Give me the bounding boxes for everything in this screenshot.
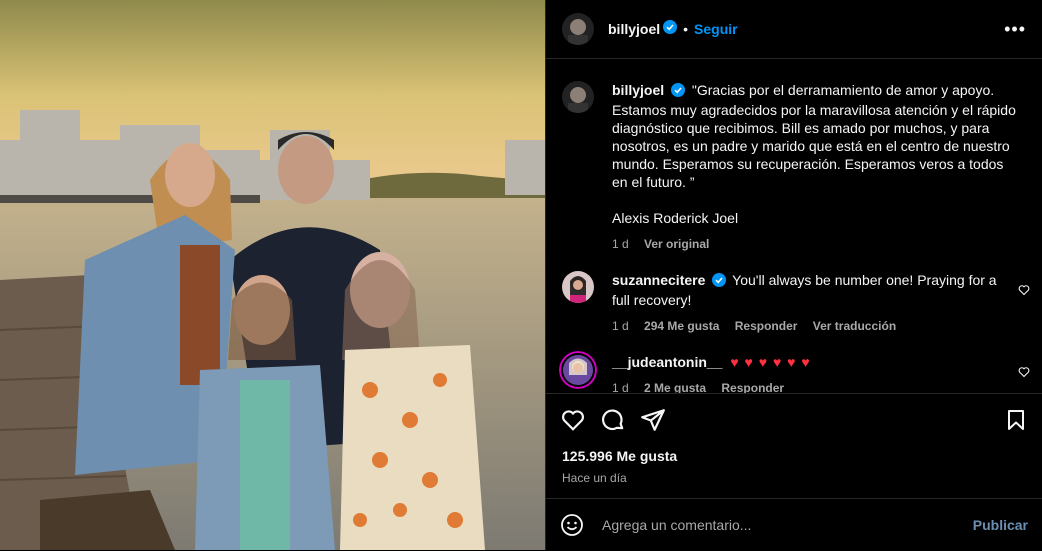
caption-avatar[interactable]	[562, 81, 594, 113]
comments-list[interactable]: billyjoel "Gracias por el derramamiento …	[546, 59, 1042, 393]
caption: billyjoel "Gracias por el derramamiento …	[546, 81, 1042, 253]
verified-icon	[712, 273, 727, 291]
verified-icon	[663, 19, 678, 39]
post-photo[interactable]	[0, 0, 545, 550]
comment-input[interactable]	[600, 516, 973, 534]
caption-time[interactable]: 1 d	[612, 237, 629, 251]
emoji-icon[interactable]	[560, 513, 584, 537]
comment-likes[interactable]: 294 Me gusta	[644, 319, 719, 333]
author-username[interactable]: billyjoel	[608, 21, 660, 37]
verified-icon	[671, 83, 686, 101]
likes-count[interactable]: 125.996 Me gusta	[562, 448, 677, 464]
heart-icon[interactable]	[560, 407, 586, 433]
comment-username[interactable]: suzannecitere	[612, 272, 705, 288]
caption-signature: Alexis Roderick Joel	[612, 210, 739, 226]
post-header: billyjoel • Seguir •••	[546, 0, 1042, 59]
commenter-avatar[interactable]	[559, 351, 597, 389]
see-original-button[interactable]: Ver original	[644, 237, 709, 251]
comment-icon[interactable]	[600, 407, 626, 433]
comment-like-icon[interactable]	[1018, 365, 1030, 383]
instagram-post-modal: billyjoel • Seguir ••• billyjoel "Gracia…	[0, 0, 1042, 550]
caption-username[interactable]: billyjoel	[612, 82, 664, 98]
comment-time[interactable]: 1 d	[612, 381, 629, 393]
comment-like-icon[interactable]	[1018, 283, 1030, 301]
action-bar	[546, 393, 1042, 446]
post-time[interactable]: Hace un día	[562, 471, 627, 485]
translate-button[interactable]: Ver traducción	[813, 319, 896, 333]
publish-button[interactable]: Publicar	[973, 517, 1028, 533]
reply-button[interactable]: Responder	[735, 319, 798, 333]
share-icon[interactable]	[640, 407, 666, 433]
commenter-avatar[interactable]	[562, 271, 594, 303]
comment-text: ♥ ♥ ♥ ♥ ♥ ♥	[730, 354, 811, 370]
author-avatar[interactable]	[562, 13, 594, 45]
comment-item: suzannecitere You'll always be number on…	[546, 271, 1042, 335]
comment-time[interactable]: 1 d	[612, 319, 629, 333]
comment-likes[interactable]: 2 Me gusta	[644, 381, 706, 393]
post-sidebar: billyjoel • Seguir ••• billyjoel "Gracia…	[545, 0, 1042, 550]
comment-item: __judeantonin__ ♥ ♥ ♥ ♥ ♥ ♥ 1 d 2 Me gus…	[546, 351, 1042, 393]
comment-composer: Publicar	[546, 498, 1042, 551]
more-icon[interactable]: •••	[1004, 19, 1026, 40]
follow-button[interactable]: Seguir	[694, 21, 738, 37]
comment-username[interactable]: __judeantonin__	[612, 354, 722, 370]
bookmark-icon[interactable]	[1004, 408, 1028, 432]
reply-button[interactable]: Responder	[721, 381, 784, 393]
separator-dot: •	[683, 21, 689, 37]
